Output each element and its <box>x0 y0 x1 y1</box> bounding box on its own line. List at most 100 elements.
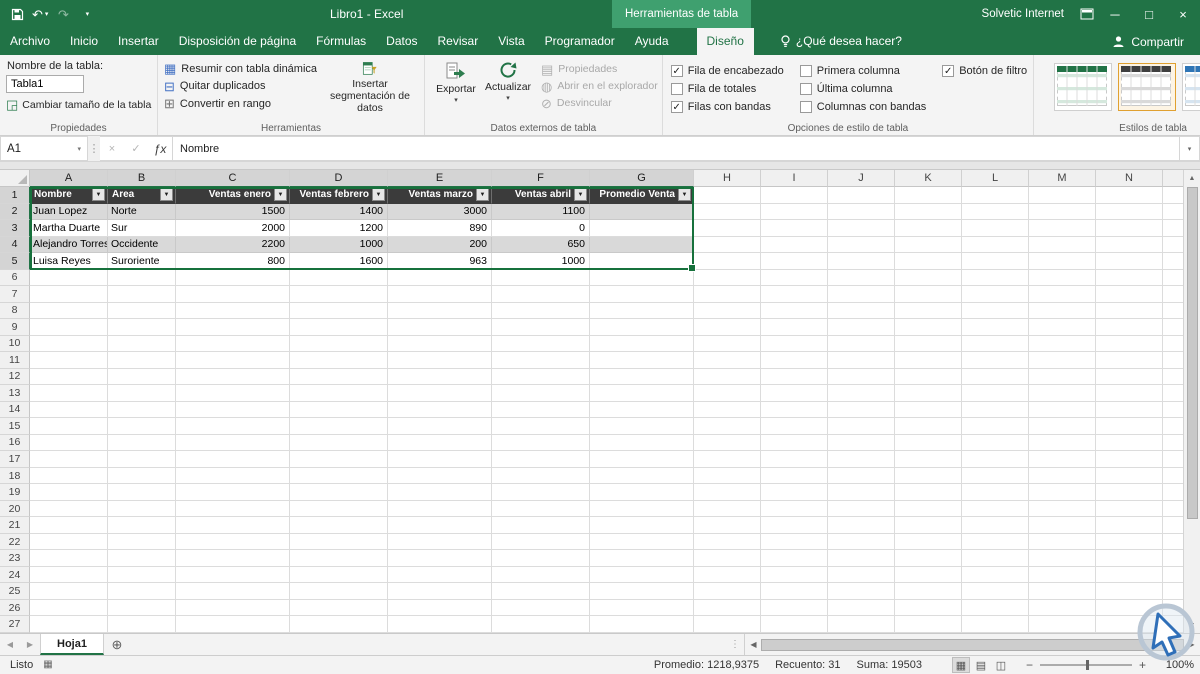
cell-E12[interactable] <box>388 368 492 386</box>
column-header-I[interactable]: I <box>761 170 828 187</box>
cell-H22[interactable] <box>694 533 761 551</box>
remove-duplicates-button[interactable]: ⊟ Quitar duplicados <box>164 78 320 95</box>
filter-button[interactable]: ▼ <box>574 188 587 202</box>
cell-L18[interactable] <box>962 467 1029 485</box>
cell-E26[interactable] <box>388 599 492 617</box>
cell-A26[interactable] <box>30 599 108 617</box>
cell-H1[interactable] <box>694 187 761 204</box>
cell-E4[interactable]: 200 <box>388 236 492 254</box>
cell-M18[interactable] <box>1029 467 1096 485</box>
cell-N11[interactable] <box>1096 352 1163 369</box>
cell-E3[interactable]: 890 <box>388 220 492 237</box>
cell-L15[interactable] <box>962 418 1029 435</box>
cell-J19[interactable] <box>828 484 895 501</box>
export-button[interactable]: Exportar ▾ <box>431 58 481 114</box>
row-header-26[interactable]: 26 <box>0 599 30 617</box>
cell-E18[interactable] <box>388 467 492 485</box>
style-option-fila-de-encabezado[interactable]: ✓ Fila de encabezado <box>670 65 784 77</box>
cell-H6[interactable] <box>694 269 761 287</box>
cell-M26[interactable] <box>1029 599 1096 617</box>
cell-I23[interactable] <box>761 550 828 567</box>
cell-K24[interactable] <box>895 566 962 584</box>
cell-M12[interactable] <box>1029 368 1096 386</box>
cell-L25[interactable] <box>962 583 1029 600</box>
zoom-percentage[interactable]: 100% <box>1162 659 1194 671</box>
cell-C18[interactable] <box>176 467 290 485</box>
row-header-9[interactable]: 9 <box>0 319 30 336</box>
table-style-thumbnail-3[interactable] <box>1182 63 1200 111</box>
column-header-D[interactable]: D <box>290 170 388 187</box>
cell-B16[interactable] <box>108 434 176 452</box>
cell-G27[interactable] <box>590 616 694 633</box>
cell-J26[interactable] <box>828 599 895 617</box>
cell-N26[interactable] <box>1096 599 1163 617</box>
cell-C20[interactable] <box>176 500 290 518</box>
cell-N25[interactable] <box>1096 583 1163 600</box>
maximize-button[interactable]: □ <box>1132 0 1166 28</box>
cell-B14[interactable] <box>108 401 176 419</box>
cell-L13[interactable] <box>962 385 1029 402</box>
cell-D11[interactable] <box>290 352 388 369</box>
cell-J8[interactable] <box>828 302 895 320</box>
ribbon-tab-diseno[interactable]: Diseño <box>696 28 754 55</box>
cell-H17[interactable] <box>694 451 761 468</box>
cell-J16[interactable] <box>828 434 895 452</box>
cell-E13[interactable] <box>388 385 492 402</box>
cell-A23[interactable] <box>30 550 108 567</box>
cell-F16[interactable] <box>492 434 590 452</box>
ribbon-tab-archivo[interactable]: Archivo <box>0 28 60 55</box>
cell-C21[interactable] <box>176 517 290 534</box>
row-header-10[interactable]: 10 <box>0 335 30 353</box>
cell-I2[interactable] <box>761 203 828 221</box>
macro-record-icon[interactable]: ▦ <box>43 660 52 670</box>
cell-N19[interactable] <box>1096 484 1163 501</box>
cell-C8[interactable] <box>176 302 290 320</box>
cell-A19[interactable] <box>30 484 108 501</box>
cell-L6[interactable] <box>962 269 1029 287</box>
column-header-A[interactable]: A <box>30 170 108 187</box>
cell-D15[interactable] <box>290 418 388 435</box>
cell-E21[interactable] <box>388 517 492 534</box>
cell-A24[interactable] <box>30 566 108 584</box>
column-header-G[interactable]: G <box>590 170 694 187</box>
cell-F25[interactable] <box>492 583 590 600</box>
cell-A1[interactable]: Nombre ▼ <box>30 187 108 204</box>
cell-N6[interactable] <box>1096 269 1163 287</box>
cell-E10[interactable] <box>388 335 492 353</box>
cell-K8[interactable] <box>895 302 962 320</box>
cell-F4[interactable]: 650 <box>492 236 590 254</box>
cell-F15[interactable] <box>492 418 590 435</box>
formula-bar-expand-button[interactable]: ▾ <box>1180 136 1200 161</box>
cell-E8[interactable] <box>388 302 492 320</box>
formula-input[interactable]: Nombre <box>173 136 1180 161</box>
cell-D19[interactable] <box>290 484 388 501</box>
ribbon-tab-programador[interactable]: Programador <box>535 28 625 55</box>
cell-L10[interactable] <box>962 335 1029 353</box>
cell-H12[interactable] <box>694 368 761 386</box>
cell-B27[interactable] <box>108 616 176 633</box>
cell-F2[interactable]: 1100 <box>492 203 590 221</box>
scroll-up-icon[interactable]: ▲ <box>1189 171 1196 185</box>
resize-table-button[interactable]: ◲ Cambiar tamaño de la tabla <box>6 98 153 111</box>
cell-F18[interactable] <box>492 467 590 485</box>
cell-G11[interactable] <box>590 352 694 369</box>
cell-C13[interactable] <box>176 385 290 402</box>
cell-J4[interactable] <box>828 236 895 254</box>
cell-M25[interactable] <box>1029 583 1096 600</box>
cell-H26[interactable] <box>694 599 761 617</box>
cell-M4[interactable] <box>1029 236 1096 254</box>
cell-C4[interactable]: 2200 <box>176 236 290 254</box>
row-header-18[interactable]: 18 <box>0 467 30 485</box>
cell-H5[interactable] <box>694 253 761 270</box>
cell-N18[interactable] <box>1096 467 1163 485</box>
cell-A2[interactable]: Juan Lopez <box>30 203 108 221</box>
cell-E20[interactable] <box>388 500 492 518</box>
cell-H15[interactable] <box>694 418 761 435</box>
cell-B11[interactable] <box>108 352 176 369</box>
cell-H21[interactable] <box>694 517 761 534</box>
cell-J2[interactable] <box>828 203 895 221</box>
cell-M19[interactable] <box>1029 484 1096 501</box>
cell-F3[interactable]: 0 <box>492 220 590 237</box>
row-header-2[interactable]: 2 <box>0 203 30 221</box>
filter-button[interactable]: ▼ <box>160 188 173 202</box>
